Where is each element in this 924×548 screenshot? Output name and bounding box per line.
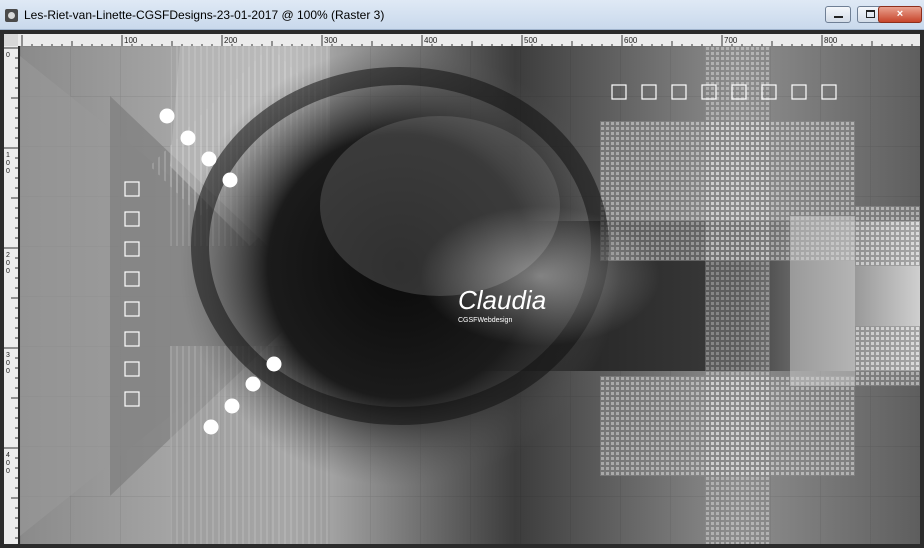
ruler-corner xyxy=(4,34,18,46)
minimize-button[interactable] xyxy=(825,6,851,23)
swirl-glow xyxy=(420,206,660,346)
horizontal-ruler-ticks: 100 200 300 400 500 600 700 800 xyxy=(21,35,913,46)
artwork: Claudia CGSFWebdesign xyxy=(20,46,920,544)
window-title: Les-Riet-van-Linette-CGSFDesigns-23-01-2… xyxy=(24,8,385,22)
signature-subtitle: CGSFWebdesign xyxy=(458,317,512,324)
ruler-label: 0 xyxy=(6,468,10,475)
ruler-label: 700 xyxy=(724,36,738,45)
white-dot xyxy=(159,108,175,124)
maximize-icon xyxy=(866,10,875,18)
dot-block-right-top xyxy=(855,206,920,266)
image-canvas[interactable]: Claudia CGSFWebdesign xyxy=(20,46,920,544)
ruler-label: 2 xyxy=(6,252,10,259)
title-bar[interactable]: Les-Riet-van-Linette-CGSFDesigns-23-01-2… xyxy=(0,0,924,30)
ruler-label: 600 xyxy=(624,36,638,45)
ruler-label: 4 xyxy=(6,452,10,459)
vertical-ruler-ticks: 0100200300400 xyxy=(4,47,18,539)
ruler-label: 500 xyxy=(524,36,538,45)
ruler-label: 3 xyxy=(6,352,10,359)
ruler-label: 400 xyxy=(424,36,438,45)
ruler-label: 800 xyxy=(824,36,838,45)
ruler-label: 0 xyxy=(6,168,10,175)
ruler-label: 0 xyxy=(6,460,10,467)
ruler-label: 100 xyxy=(124,36,138,45)
ruler-label: 0 xyxy=(6,160,10,167)
white-dot xyxy=(180,130,196,146)
camera-icon xyxy=(5,9,18,22)
ruler-label: 0 xyxy=(6,360,10,367)
white-dot xyxy=(224,398,240,414)
close-button[interactable]: × xyxy=(878,6,922,23)
minimize-icon xyxy=(834,16,843,18)
vertical-ruler[interactable]: 0100200300400 xyxy=(4,46,18,544)
dot-block-right-bottom xyxy=(855,326,920,386)
light-block xyxy=(790,216,855,386)
white-dot xyxy=(203,419,219,435)
ruler-label: 300 xyxy=(324,36,338,45)
ruler-label: 0 xyxy=(6,52,10,59)
ruler-label: 0 xyxy=(6,268,10,275)
white-dot xyxy=(245,376,261,392)
horizontal-ruler[interactable]: 100 200 300 400 500 600 700 800 xyxy=(18,34,920,46)
white-dot xyxy=(201,151,217,167)
ruler-label: 200 xyxy=(224,36,238,45)
signature: Claudia xyxy=(458,285,546,315)
ruler-label: 1 xyxy=(6,152,10,159)
close-icon: × xyxy=(896,8,904,20)
white-dot xyxy=(222,172,238,188)
ruler-label: 0 xyxy=(6,368,10,375)
white-dot xyxy=(266,356,282,372)
dot-column xyxy=(705,46,770,544)
ruler-label: 0 xyxy=(6,260,10,267)
